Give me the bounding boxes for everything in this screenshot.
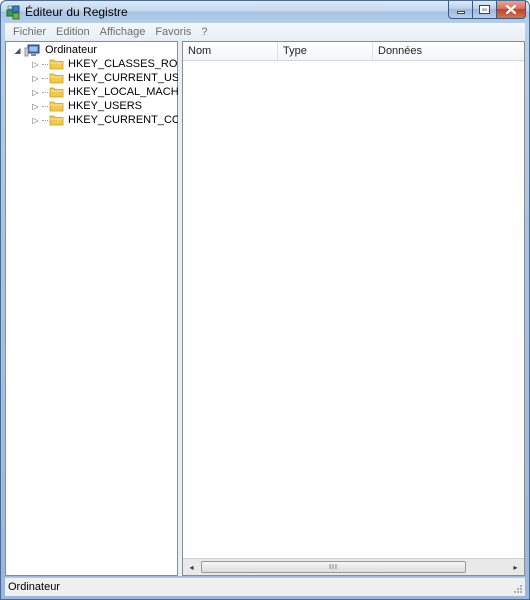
folder-icon — [49, 73, 64, 84]
menu-fichier[interactable]: Fichier — [8, 23, 51, 41]
values-list[interactable]: Nom Type Données ◂ III ▸ — [182, 41, 525, 576]
status-bar: Ordinateur — [5, 577, 525, 596]
expand-arrow-icon[interactable]: ▷ — [31, 60, 40, 69]
maximize-icon — [479, 5, 490, 14]
minimize-button[interactable] — [448, 1, 473, 19]
tree-item-hkey-users[interactable]: ▷ HKEY_USERS — [31, 99, 142, 113]
tree-item-hkey-classes-root[interactable]: ▷ HKEY_CLASSES_ROOT — [31, 57, 193, 71]
scroll-thumb[interactable]: III — [201, 561, 466, 573]
status-path: Ordinateur — [8, 581, 60, 593]
maximize-button[interactable] — [472, 1, 497, 19]
title-bar[interactable]: Éditeur du Registre — [1, 1, 529, 23]
expand-arrow-icon[interactable]: ▷ — [31, 74, 40, 83]
tree-connector — [42, 91, 48, 93]
tree-connector — [42, 119, 48, 121]
tree-root-row[interactable]: ◢ Ordinateur — [13, 43, 99, 57]
menu-affichage[interactable]: Affichage — [95, 23, 151, 41]
tree-item-label[interactable]: HKEY_CLASSES_ROOT — [68, 58, 193, 70]
tree-connector — [42, 105, 48, 107]
folder-icon — [49, 101, 64, 112]
column-donnees[interactable]: Données — [373, 42, 524, 61]
folder-icon — [49, 59, 64, 70]
tree-connector — [42, 77, 48, 79]
registry-tree[interactable]: ◢ Ordinateur ▷ HKEY_CLASSES_ROOT ▷ HKEY_… — [5, 41, 207, 576]
folder-icon — [49, 87, 64, 98]
tree-connector — [42, 63, 48, 65]
tree-item-label[interactable]: HKEY_CURRENT_USER — [68, 72, 195, 84]
tree-item-hkey-current-user[interactable]: ▷ HKEY_CURRENT_USER — [31, 71, 195, 85]
close-icon — [506, 5, 516, 14]
column-type[interactable]: Type — [278, 42, 373, 61]
column-header: Nom Type Données — [183, 42, 524, 61]
menu-edition[interactable]: Edition — [51, 23, 95, 41]
resize-grip-icon[interactable] — [513, 584, 523, 594]
tree-root-label[interactable]: Ordinateur — [43, 44, 99, 56]
expand-arrow-icon[interactable]: ▷ — [31, 88, 40, 97]
expand-arrow-icon[interactable]: ▷ — [31, 116, 40, 125]
registry-editor-icon — [6, 5, 20, 20]
menu-help[interactable]: ? — [196, 23, 212, 41]
tree-item-hkey-local-machine[interactable]: ▷ HKEY_LOCAL_MACHINE — [31, 85, 197, 99]
folder-icon — [49, 115, 64, 126]
expand-arrow-icon[interactable]: ▷ — [31, 102, 40, 111]
menu-favoris[interactable]: Favoris — [150, 23, 196, 41]
scroll-left-button[interactable]: ◂ — [183, 559, 200, 575]
registry-editor-window: Éditeur du Registre Fichier Edition Affi… — [0, 0, 530, 600]
scroll-right-button[interactable]: ▸ — [507, 559, 524, 575]
minimize-icon — [456, 11, 465, 14]
column-nom[interactable]: Nom — [183, 42, 278, 61]
close-button[interactable] — [496, 1, 526, 19]
collapse-arrow-icon[interactable]: ◢ — [13, 46, 22, 55]
computer-icon — [24, 44, 40, 56]
tree-item-label[interactable]: HKEY_USERS — [68, 100, 142, 112]
horizontal-scrollbar[interactable]: ◂ III ▸ — [183, 558, 524, 575]
window-title: Éditeur du Registre — [25, 5, 128, 19]
menu-bar: Fichier Edition Affichage Favoris ? — [5, 23, 525, 41]
